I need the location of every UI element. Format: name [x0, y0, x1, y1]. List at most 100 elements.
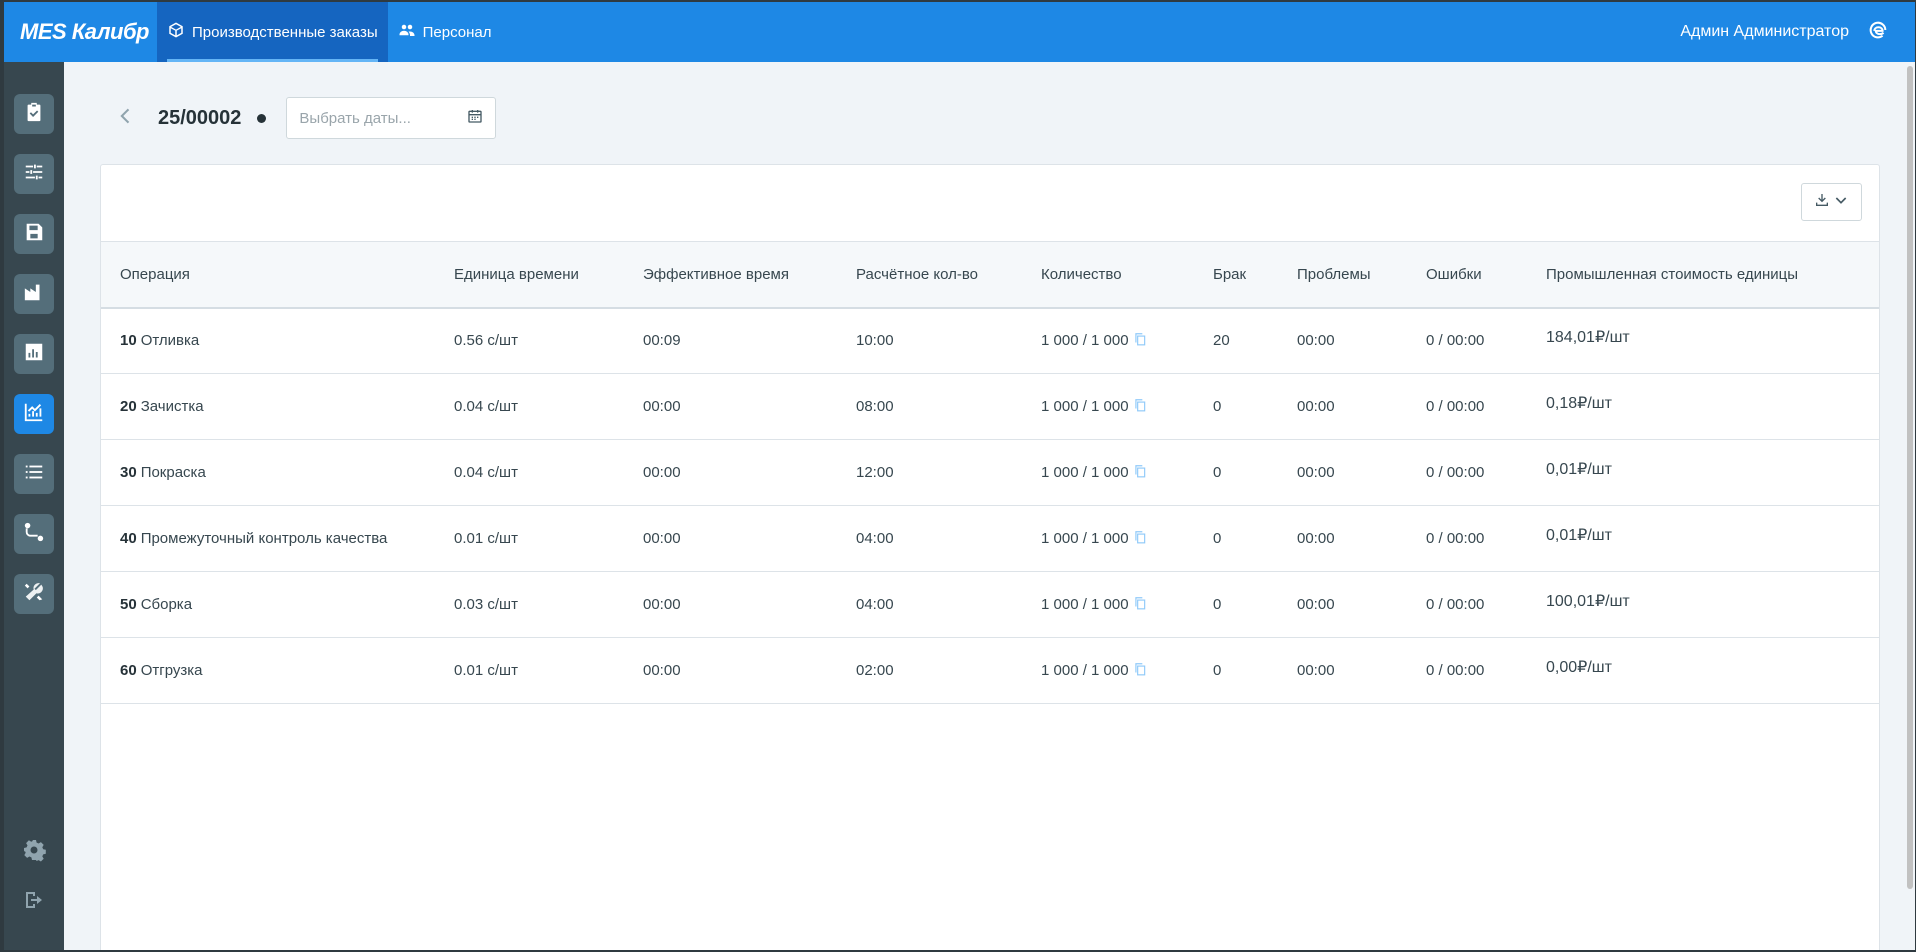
gear-icon	[22, 838, 46, 867]
calc-qty-cell: 12:00	[856, 464, 894, 481]
brand-logo[interactable]: MES Калибр	[4, 2, 157, 62]
nav-production-orders[interactable]: Производственные заказы	[157, 2, 388, 62]
operation-name: Отгрузка	[140, 662, 203, 679]
calendar-icon[interactable]	[467, 108, 483, 128]
top-bar: MES Калибр Производственные заказы Персо…	[4, 2, 1915, 62]
col-defect[interactable]: Брак	[1213, 241, 1297, 309]
table-header-row: Операция Единица времени Эффективное вре…	[101, 241, 1879, 309]
sidebar-item-tasks[interactable]	[14, 94, 54, 134]
operations-table: Операция Единица времени Эффективное вре…	[101, 241, 1879, 704]
edge-browser-icon[interactable]	[1867, 19, 1889, 46]
quantity-cell: 1 000 / 1 000	[1041, 308, 1213, 374]
user-name[interactable]: Админ Администратор	[1680, 23, 1849, 41]
calc-qty-cell: 08:00	[856, 398, 894, 415]
unit-cost-cell: 0,01₽/шт	[1546, 506, 1879, 572]
unit-cost-cell: 100,01₽/шт	[1546, 572, 1879, 638]
date-picker[interactable]	[286, 97, 497, 139]
nav-label: Персонал	[422, 23, 492, 41]
sidebar-item-reports[interactable]	[14, 334, 54, 374]
copy-icon[interactable]	[1133, 332, 1147, 350]
table-row[interactable]: 50 Сборка 0.03 с/шт 00:00 04:00 1 000 / 1…	[101, 572, 1879, 638]
calc-qty-cell: 04:00	[856, 530, 894, 547]
app-window: MES Калибр Производственные заказы Персо…	[4, 2, 1915, 950]
problems-cell: 00:00	[1297, 662, 1335, 679]
time-unit-cell: 0.01 с/шт	[454, 662, 518, 679]
list-icon	[23, 461, 45, 488]
chevron-left-icon	[116, 106, 136, 131]
clipboard-check-icon	[23, 101, 45, 128]
calc-qty-cell: 04:00	[856, 596, 894, 613]
sidebar-item-tools[interactable]	[14, 574, 54, 614]
quantity-cell: 1 000 / 1 000	[1041, 440, 1213, 506]
copy-icon[interactable]	[1133, 398, 1147, 416]
date-range-input[interactable]	[299, 109, 460, 127]
col-errors[interactable]: Ошибки	[1426, 241, 1546, 309]
errors-cell: 0 / 00:00	[1426, 530, 1485, 547]
page-title: 25/00002	[158, 106, 242, 129]
route-icon	[23, 521, 45, 548]
scroll-thumb[interactable]	[1907, 66, 1913, 889]
sidebar-item-list[interactable]	[14, 454, 54, 494]
status-dot	[257, 113, 267, 123]
user-area: Админ Администратор	[1680, 19, 1915, 46]
sidebar-logout[interactable]	[14, 882, 54, 922]
cube-icon	[167, 21, 185, 43]
defect-cell: 0	[1213, 596, 1222, 613]
operation-number: 40	[120, 530, 137, 547]
export-button[interactable]	[1801, 183, 1862, 221]
time-unit-cell: 0.04 с/шт	[454, 398, 518, 415]
back-button[interactable]	[114, 106, 138, 130]
operation-cell: 30 Покраска	[101, 440, 454, 506]
defect-cell: 0	[1213, 398, 1222, 415]
table-row[interactable]: 30 Покраска 0.04 с/шт 00:00 12:00 1 000 /…	[101, 440, 1879, 506]
table-row[interactable]: 10 Отливка 0.56 с/шт 00:09 10:00 1 000 / …	[101, 308, 1879, 374]
operation-name: Покраска	[140, 464, 206, 481]
unit-cost-value: 0,18₽/шт	[1546, 394, 1612, 412]
operation-number: 10	[120, 332, 137, 350]
time-unit-cell: 0.56 с/шт	[454, 332, 518, 350]
table-row[interactable]: 20 Зачистка 0.04 с/шт 00:00 08:00 1 000 /…	[101, 374, 1879, 440]
errors-cell: 0 / 00:00	[1426, 398, 1485, 415]
col-quantity[interactable]: Количество	[1041, 241, 1213, 309]
sidebar-item-analytics[interactable]	[14, 394, 54, 434]
sidebar-item-routes[interactable]	[14, 514, 54, 554]
col-effective-time[interactable]: Эффективное время	[643, 241, 856, 309]
unit-cost-cell: 0,00₽/шт	[1546, 638, 1879, 704]
copy-icon[interactable]	[1133, 530, 1147, 548]
copy-icon[interactable]	[1133, 662, 1147, 680]
time-unit-cell: 0.03 с/шт	[454, 596, 518, 613]
quantity-cell: 1 000 / 1 000	[1041, 506, 1213, 572]
effective-time-cell: 00:09	[643, 332, 681, 350]
operation-cell: 40 Промежуточный контроль качества	[101, 506, 454, 572]
operation-number: 30	[120, 464, 137, 481]
chevron-down-icon	[1833, 192, 1849, 213]
table-row[interactable]: 60 Отгрузка 0.01 с/шт 00:00 02:00 1 000 /…	[101, 638, 1879, 704]
sidebar-item-factory[interactable]	[14, 274, 54, 314]
quantity-value: 1 000 / 1 000	[1041, 398, 1129, 415]
sidebar-settings[interactable]	[14, 832, 54, 872]
nav-personnel[interactable]: Персонал	[388, 2, 502, 62]
operation-cell: 20 Зачистка	[101, 374, 454, 440]
col-calc-qty[interactable]: Расчётное кол-во	[856, 241, 1041, 309]
unit-cost-cell: 184,01₽/шт	[1546, 308, 1879, 374]
users-icon	[398, 21, 416, 43]
col-time-unit[interactable]: Единица времени	[454, 241, 643, 309]
col-operation[interactable]: Операция	[101, 241, 454, 309]
vertical-scrollbar[interactable]	[1905, 62, 1915, 950]
factory-icon	[23, 281, 45, 308]
effective-time-cell: 00:00	[643, 530, 681, 547]
unit-cost-value: 184,01₽/шт	[1546, 328, 1630, 346]
table-row[interactable]: 40 Промежуточный контроль качества 0.01 с…	[101, 506, 1879, 572]
operation-number: 60	[120, 662, 137, 679]
copy-icon[interactable]	[1133, 464, 1147, 482]
col-unit-cost[interactable]: Промышленная стоимость единицы	[1546, 241, 1879, 309]
calc-qty-cell: 02:00	[856, 662, 894, 679]
sidebar-item-settings-flow[interactable]	[14, 154, 54, 194]
page-header: 25/00002	[114, 96, 497, 140]
save-icon	[23, 221, 45, 248]
copy-icon[interactable]	[1133, 596, 1147, 614]
problems-cell: 00:00	[1297, 398, 1335, 415]
errors-cell: 0 / 00:00	[1426, 464, 1485, 481]
sidebar-item-storage[interactable]	[14, 214, 54, 254]
col-problems[interactable]: Проблемы	[1297, 241, 1426, 309]
